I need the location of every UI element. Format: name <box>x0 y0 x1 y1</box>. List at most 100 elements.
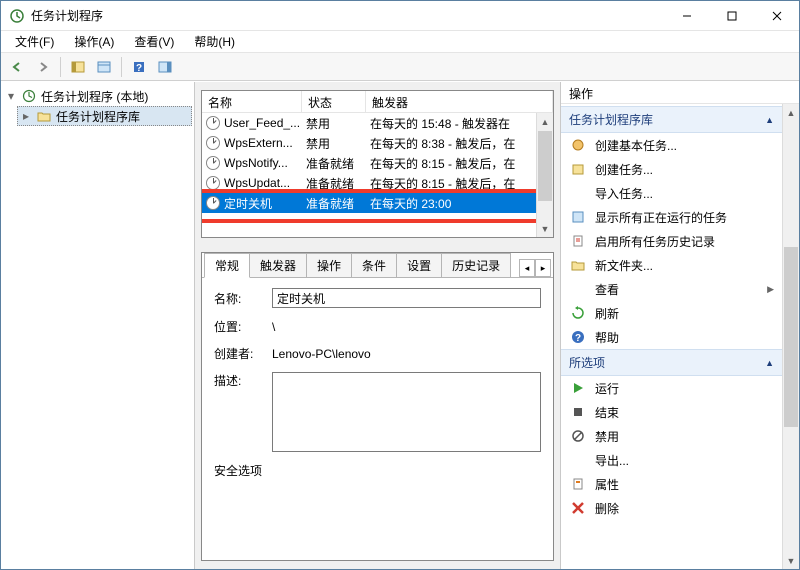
actions-header: 操作 <box>561 82 799 104</box>
tab-nav: ◂ ▸ <box>519 259 551 277</box>
actions-section-library[interactable]: 任务计划程序库 ▲ <box>561 106 782 133</box>
help-button[interactable]: ? <box>127 56 151 78</box>
action-label: 查看 <box>595 281 619 298</box>
tab-settings[interactable]: 设置 <box>396 253 442 277</box>
tree-library-label: 任务计划程序库 <box>56 108 140 125</box>
task-row[interactable]: WpsExtern... 禁用 在每天的 8:38 - 触发后，在 <box>202 133 536 153</box>
task-state: 禁用 <box>306 135 370 152</box>
action-label: 新文件夹... <box>595 257 653 274</box>
action-properties[interactable]: 属性 <box>561 472 782 496</box>
scroll-thumb[interactable] <box>784 247 798 427</box>
scroll-track[interactable] <box>783 428 799 553</box>
running-tasks-icon <box>569 208 587 226</box>
task-list-scrollbar[interactable]: ▲ ▼ <box>536 113 553 237</box>
svg-text:?: ? <box>136 63 142 74</box>
action-show-running[interactable]: 显示所有正在运行的任务 <box>561 205 782 229</box>
description-input[interactable] <box>272 372 541 452</box>
name-input[interactable] <box>272 288 541 308</box>
scroll-up-button[interactable]: ▲ <box>783 104 799 121</box>
window-title: 任务计划程序 <box>31 7 664 24</box>
column-state[interactable]: 状态 <box>302 91 366 112</box>
tab-actions[interactable]: 操作 <box>306 253 352 277</box>
actions-section-label: 所选项 <box>569 354 605 371</box>
tab-scroll-right[interactable]: ▸ <box>535 259 551 277</box>
action-delete[interactable]: 删除 <box>561 496 782 520</box>
menu-view[interactable]: 查看(V) <box>126 31 182 52</box>
action-new-folder[interactable]: 新文件夹... <box>561 253 782 277</box>
action-enable-history[interactable]: 启用所有任务历史记录 <box>561 229 782 253</box>
tree-collapse-icon[interactable]: ▾ <box>5 89 17 103</box>
tree-root[interactable]: ▾ 任务计划程序 (本地) <box>3 86 192 106</box>
close-button[interactable] <box>754 1 799 30</box>
main-area: ▾ 任务计划程序 (本地) ▸ 任务计划程序库 名称 状态 触发器 <box>1 81 799 569</box>
actions-scrollbar[interactable]: ▲ ▼ <box>782 104 799 569</box>
task-row-selected[interactable]: 定时关机 准备就绪 在每天的 23:00 <box>202 193 536 213</box>
actions-pane: 操作 任务计划程序库 ▲ 创建基本任务... 创建任务... 导入任务... 显… <box>561 82 799 569</box>
action-label: 属性 <box>595 476 619 493</box>
stop-icon <box>569 403 587 421</box>
tree-library[interactable]: ▸ 任务计划程序库 <box>17 106 192 126</box>
properties-button[interactable] <box>92 56 116 78</box>
scroll-up-button[interactable]: ▲ <box>537 113 553 130</box>
chevron-right-icon: ▶ <box>767 284 774 295</box>
action-label: 创建任务... <box>595 161 653 178</box>
action-create-task[interactable]: 创建任务... <box>561 157 782 181</box>
column-trigger[interactable]: 触发器 <box>366 91 553 112</box>
task-trigger: 在每天的 8:15 - 触发后，在 <box>370 155 536 172</box>
tree-expand-icon[interactable]: ▸ <box>20 109 32 123</box>
action-import-task[interactable]: 导入任务... <box>561 181 782 205</box>
action-export[interactable]: 导出... <box>561 448 782 472</box>
action-label: 删除 <box>595 500 619 517</box>
action-label: 帮助 <box>595 329 619 346</box>
task-row[interactable]: WpsNotify... 准备就绪 在每天的 8:15 - 触发后，在 <box>202 153 536 173</box>
properties-icon <box>569 475 587 493</box>
task-list-body: User_Feed_... 禁用 在每天的 15:48 - 触发器在 WpsEx… <box>202 113 553 237</box>
task-row[interactable]: WpsUpdat... 准备就绪 在每天的 8:15 - 触发后，在 <box>202 173 536 193</box>
task-state: 准备就绪 <box>306 195 370 212</box>
menu-file[interactable]: 文件(F) <box>7 31 62 52</box>
clock-icon <box>206 136 220 150</box>
back-button[interactable] <box>5 56 29 78</box>
play-icon <box>569 379 587 397</box>
actions-body: 任务计划程序库 ▲ 创建基本任务... 创建任务... 导入任务... 显示所有… <box>561 104 799 569</box>
action-help[interactable]: ?帮助 <box>561 325 782 349</box>
menu-help[interactable]: 帮助(H) <box>186 31 243 52</box>
center-pane: 名称 状态 触发器 User_Feed_... 禁用 在每天的 15:48 - … <box>195 82 561 569</box>
action-run[interactable]: 运行 <box>561 376 782 400</box>
action-label: 显示所有正在运行的任务 <box>595 209 727 226</box>
action-end[interactable]: 结束 <box>561 400 782 424</box>
show-hide-tree-button[interactable] <box>66 56 90 78</box>
task-state: 准备就绪 <box>306 175 370 192</box>
scroll-down-button[interactable]: ▼ <box>783 552 799 569</box>
tab-conditions[interactable]: 条件 <box>351 253 397 277</box>
action-disable[interactable]: 禁用 <box>561 424 782 448</box>
chevron-up-icon: ▲ <box>765 358 774 368</box>
scroll-thumb[interactable] <box>538 131 552 201</box>
scroll-track[interactable] <box>783 121 799 246</box>
location-label: 位置: <box>214 318 272 335</box>
menu-action[interactable]: 操作(A) <box>66 31 122 52</box>
forward-button[interactable] <box>31 56 55 78</box>
import-icon <box>569 184 587 202</box>
task-row[interactable]: User_Feed_... 禁用 在每天的 15:48 - 触发器在 <box>202 113 536 133</box>
name-label: 名称: <box>214 290 272 307</box>
history-icon <box>569 232 587 250</box>
tab-scroll-left[interactable]: ◂ <box>519 259 535 277</box>
action-create-basic-task[interactable]: 创建基本任务... <box>561 133 782 157</box>
action-pane-button[interactable] <box>153 56 177 78</box>
tab-history[interactable]: 历史记录 <box>441 253 511 277</box>
security-options-label: 安全选项 <box>214 462 262 479</box>
maximize-button[interactable] <box>709 1 754 30</box>
scroll-track[interactable] <box>537 202 553 220</box>
action-view[interactable]: 查看 ▶ <box>561 277 782 301</box>
scroll-down-button[interactable]: ▼ <box>537 220 553 237</box>
tab-general[interactable]: 常规 <box>204 253 250 278</box>
action-refresh[interactable]: 刷新 <box>561 301 782 325</box>
tab-triggers[interactable]: 触发器 <box>249 253 307 277</box>
location-value: \ <box>272 320 541 334</box>
column-name[interactable]: 名称 <box>202 91 302 112</box>
minimize-button[interactable] <box>664 1 709 30</box>
toolbar-separator <box>60 57 61 77</box>
export-icon <box>569 451 587 469</box>
actions-section-selected[interactable]: 所选项 ▲ <box>561 349 782 376</box>
